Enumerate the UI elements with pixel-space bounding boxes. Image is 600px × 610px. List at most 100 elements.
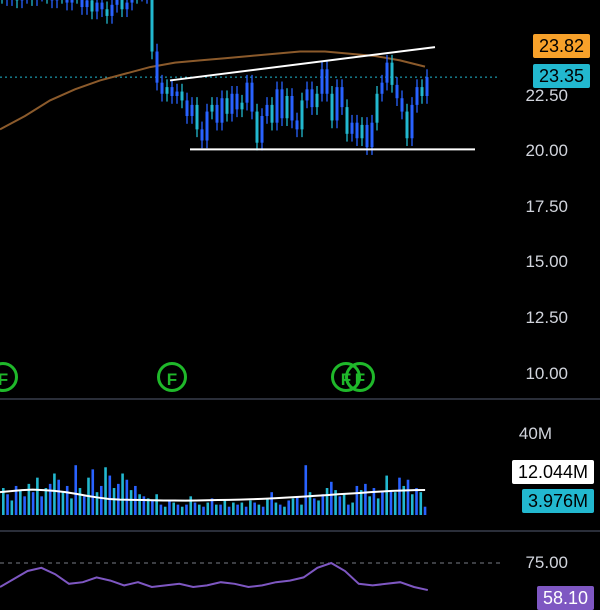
volume-bar [96, 492, 99, 515]
candle-body [321, 69, 324, 93]
volume-bar [11, 500, 14, 515]
candle-body [286, 96, 289, 118]
volume-bar [113, 488, 116, 515]
volume-bar [296, 496, 299, 515]
candle-body [236, 94, 239, 110]
volume-bar [368, 496, 371, 515]
volume-bar [126, 480, 129, 515]
volume-bar [407, 480, 410, 515]
price-axis-tick: 12.50 [525, 308, 568, 328]
candle-body [396, 85, 399, 98]
volume-bar [356, 486, 359, 515]
candle-body [266, 105, 269, 116]
candle-body [406, 112, 409, 139]
rsi-pane [0, 563, 500, 590]
volume-bar [83, 496, 86, 515]
volume-bar [130, 490, 133, 515]
volume-bar [394, 492, 397, 515]
volume-bar [104, 467, 107, 515]
volume-bar [109, 476, 112, 515]
candle-body [421, 87, 424, 96]
candle-body [171, 87, 174, 96]
volume-bar [241, 503, 244, 515]
candle-body [181, 92, 184, 101]
pane-divider[interactable] [0, 398, 600, 400]
candle-body [101, 3, 104, 10]
candle-body [281, 89, 284, 118]
volume-bar [155, 494, 158, 515]
volume-bar [40, 496, 43, 515]
volume-bar [219, 505, 222, 515]
candle-body [96, 3, 99, 12]
rsi-line [0, 563, 428, 590]
volume-bar [228, 507, 231, 515]
volume-bar [19, 490, 22, 515]
candle-body [86, 0, 89, 7]
volume-bar [283, 507, 286, 515]
volume-bar [351, 503, 354, 515]
price-chart[interactable] [0, 0, 600, 600]
volume-bar [415, 488, 418, 515]
volume-bar [28, 484, 31, 515]
volume-bar [57, 480, 60, 515]
earnings-marker-icon[interactable]: F [345, 362, 375, 392]
candle-body [376, 94, 379, 123]
volume-bar [381, 492, 384, 515]
candle-body [391, 63, 394, 85]
volume-bar [91, 469, 94, 515]
candle-body [161, 83, 164, 94]
volume-bar [151, 500, 154, 515]
volume-bar [185, 505, 188, 515]
volume-bar [385, 476, 388, 515]
candle-body [426, 77, 429, 96]
volume-bar [6, 494, 9, 515]
volume-bar [160, 505, 163, 515]
candle-body [211, 105, 214, 112]
price-axis-tick: 10.00 [525, 364, 568, 384]
volume-bar [245, 507, 248, 515]
candle-body [231, 94, 234, 114]
candle-body [381, 83, 384, 94]
candle-body [216, 105, 219, 123]
volume-bar [347, 505, 350, 515]
candle-body [301, 100, 304, 129]
candle-body [416, 87, 419, 105]
candle-body [126, 3, 129, 10]
candle-body [116, 0, 119, 5]
volume-bar [177, 505, 180, 515]
candle-body [166, 87, 169, 94]
volume-badge: 3.976M [522, 489, 594, 513]
candle-body [401, 98, 404, 111]
volume-bar [100, 486, 103, 515]
pane-divider[interactable] [0, 530, 600, 532]
candle-body [336, 87, 339, 120]
earnings-marker-icon[interactable]: F [157, 362, 187, 392]
candle-body [186, 100, 189, 116]
price-axis-tick: 17.50 [525, 197, 568, 217]
candle-body [366, 125, 369, 147]
rsi-axis-tick: 75.00 [525, 553, 568, 573]
volume-bar [275, 503, 278, 515]
candle-body [106, 9, 109, 16]
volume-bar [70, 498, 73, 515]
volume-bar [215, 505, 218, 515]
volume-bar [172, 503, 175, 515]
volume-bar [258, 505, 261, 515]
candle-body [206, 112, 209, 141]
candle-body [371, 123, 374, 147]
candle-body [246, 83, 249, 103]
volume-bar [206, 503, 209, 515]
volume-bar [322, 494, 325, 515]
candle-body [276, 89, 279, 122]
volume-bar [287, 500, 290, 515]
candle-body [316, 94, 319, 107]
volume-bar [194, 503, 197, 515]
candle-body [411, 105, 414, 138]
volume-bar [198, 505, 201, 515]
candle-body [176, 92, 179, 96]
volume-bar [232, 503, 235, 515]
volume-bar [330, 482, 333, 515]
volume-bar [53, 474, 56, 516]
volume-bar [253, 503, 256, 515]
volume-bar [49, 484, 52, 515]
